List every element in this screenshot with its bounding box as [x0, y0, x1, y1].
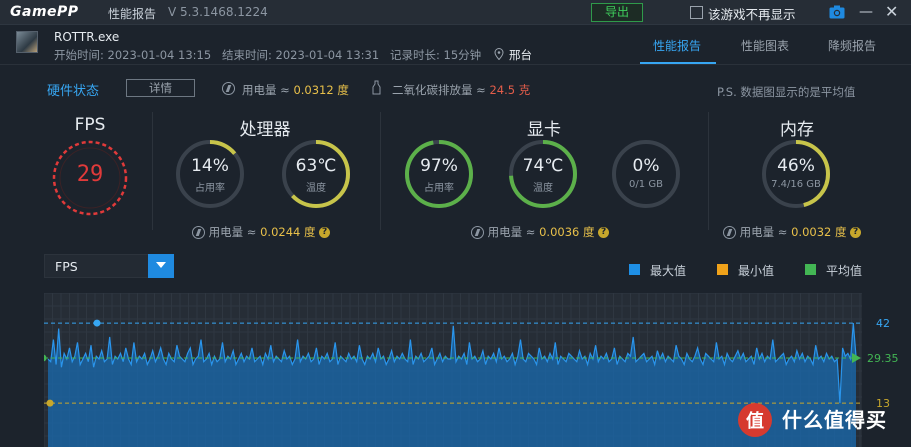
min-marker: [46, 399, 54, 407]
gpu-power-text: 用电量 ≈ 0.0036 度 ?: [471, 224, 610, 240]
no-show-checkbox[interactable]: [690, 6, 703, 19]
version-label: V 5.3.1468.1224: [168, 5, 268, 19]
section-divider: [380, 112, 381, 230]
section-divider: [152, 112, 153, 230]
memory-usage-label: 7.4/16 GB: [771, 179, 821, 190]
memory-title: 内存: [780, 120, 814, 140]
duration: 记录时长: 15分钟: [390, 48, 482, 62]
total-power-value: 0.0312 度: [293, 83, 349, 97]
memory-power-text: 用电量 ≈ 0.0032 度 ?: [723, 224, 862, 240]
cpu-usage-value: 14%: [191, 156, 229, 176]
power-icon: [222, 82, 235, 95]
game-icon: [16, 31, 38, 53]
start-time: 开始时间: 2023-01-04 13:15: [54, 48, 212, 62]
gpu-temp-label: 温度: [533, 183, 553, 194]
cpu-power-text: 用电量 ≈ 0.0244 度 ?: [192, 224, 331, 240]
location-label: 邢台: [509, 48, 532, 62]
power-icon: [723, 226, 736, 239]
tab-performance-report[interactable]: 性能报告: [653, 37, 701, 54]
legend-max-label: 最大值: [650, 264, 687, 278]
power-icon: [192, 226, 205, 239]
cpu-temp-label: 温度: [306, 183, 326, 194]
gpu-usage-value: 97%: [420, 156, 458, 176]
camera-icon[interactable]: [829, 5, 845, 19]
cpu-temp-value: 63℃: [295, 156, 337, 176]
gpu-power-value: 0.0036 度: [539, 225, 595, 239]
co2-bottle-icon: [372, 80, 381, 95]
gpu-usage-gauge: 97% 占用率: [403, 138, 475, 210]
game-name: ROTTR.exe: [54, 30, 120, 44]
svg-text:值: 值: [746, 410, 764, 432]
fps-value: 29: [76, 162, 104, 187]
minimize-icon[interactable]: —: [859, 4, 873, 20]
cpu-title: 处理器: [239, 120, 291, 140]
legend-min-label: 最小值: [738, 264, 775, 278]
close-icon[interactable]: ✕: [885, 2, 898, 21]
details-button[interactable]: 详情: [126, 79, 195, 97]
location-pin-icon: [494, 48, 504, 60]
cpu-usage-label: 占用率: [195, 183, 225, 194]
cpu-power-prefix: 用电量 ≈: [208, 225, 261, 239]
legend-max-swatch: [629, 264, 640, 275]
fps-gauge: 29: [50, 138, 130, 218]
export-button[interactable]: 导出: [591, 3, 643, 22]
watermark-text: 什么值得买: [782, 408, 887, 432]
total-power-text: 用电量 ≈ 0.0312 度: [242, 82, 349, 98]
gpu-vram-label: 0/1 GB: [629, 179, 663, 190]
smzdm-logo-icon: 值: [738, 403, 772, 437]
memory-usage-gauge: 46% 7.4/16 GB: [760, 138, 832, 210]
average-note: P.S. 数据图显示的是平均值: [717, 85, 856, 99]
help-icon[interactable]: ?: [598, 227, 610, 238]
gpu-usage-label: 占用率: [424, 183, 454, 194]
memory-power-prefix: 用电量 ≈: [739, 225, 792, 239]
gpu-power-prefix: 用电量 ≈: [487, 225, 540, 239]
power-icon: [471, 226, 484, 239]
gamepp-logo: GamePP: [10, 4, 79, 20]
memory-power-value: 0.0032 度: [791, 225, 847, 239]
fps-title: FPS: [74, 115, 106, 135]
metric-select-value[interactable]: FPS: [55, 259, 78, 274]
help-icon[interactable]: ?: [850, 227, 862, 238]
no-show-label[interactable]: 该游戏不再显示: [708, 4, 796, 23]
window-title: 性能报告: [108, 7, 157, 21]
section-divider: [708, 112, 709, 230]
tab-throttle-report[interactable]: 降频报告: [828, 37, 876, 54]
gpu-vram-gauge: 0% 0/1 GB: [610, 138, 682, 210]
legend-avg-label: 平均值: [826, 264, 863, 278]
gpu-temp-value: 74℃: [522, 156, 564, 176]
cpu-temp-gauge: 63℃ 温度: [280, 138, 352, 210]
gpu-vram-value: 0%: [632, 156, 660, 176]
header-divider: [0, 64, 911, 65]
max-value-label: 42: [876, 317, 890, 330]
end-time: 结束时间: 2023-01-04 13:31: [222, 48, 380, 62]
co2-prefix: 二氧化碳排放量 ≈: [392, 83, 490, 97]
tab-performance-chart[interactable]: 性能图表: [741, 37, 789, 54]
cpu-usage-gauge: 14% 占用率: [174, 138, 246, 210]
gpu-temp-gauge: 74℃ 温度: [507, 138, 579, 210]
legend-min-swatch: [717, 264, 728, 275]
cpu-power-value: 0.0244 度: [260, 225, 316, 239]
legend-avg-swatch: [805, 264, 816, 275]
memory-usage-value: 46%: [777, 156, 815, 176]
total-power-prefix: 用电量 ≈: [242, 83, 294, 97]
co2-value: 24.5 克: [489, 83, 531, 97]
hardware-status-title: 硬件状态: [47, 84, 100, 99]
co2-emission-text: 二氧化碳排放量 ≈ 24.5 克: [392, 82, 530, 98]
avg-value-label: 29.35: [867, 352, 899, 365]
chevron-down-icon: [156, 262, 166, 268]
max-marker: [93, 319, 101, 327]
gpu-title: 显卡: [527, 120, 561, 140]
help-icon[interactable]: ?: [319, 227, 331, 238]
